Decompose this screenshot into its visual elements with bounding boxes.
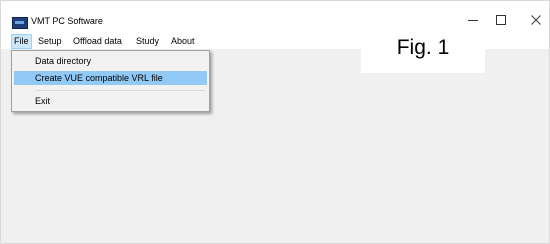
menu-study[interactable]: Study [134, 35, 161, 48]
menu-item-exit[interactable]: Exit [14, 94, 207, 108]
menu-setup[interactable]: Setup [36, 35, 64, 48]
application-window: VMT PC Software File Setup Offload data … [0, 0, 550, 244]
menu-about[interactable]: About [169, 35, 197, 48]
menu-offload-data[interactable]: Offload data [71, 35, 124, 48]
figure-label: Fig. 1 [361, 23, 485, 73]
app-icon [12, 17, 28, 29]
file-dropdown-menu: Data directory Create VUE compatible VRL… [11, 50, 210, 112]
menu-item-create-vue-vrl-file[interactable]: Create VUE compatible VRL file [14, 71, 207, 85]
menu-item-data-directory[interactable]: Data directory [14, 54, 207, 68]
window-title: VMT PC Software [31, 16, 103, 26]
menu-file[interactable]: File [11, 34, 32, 49]
menu-separator [36, 90, 205, 91]
close-icon[interactable] [527, 11, 545, 29]
maximize-icon[interactable] [492, 11, 510, 29]
